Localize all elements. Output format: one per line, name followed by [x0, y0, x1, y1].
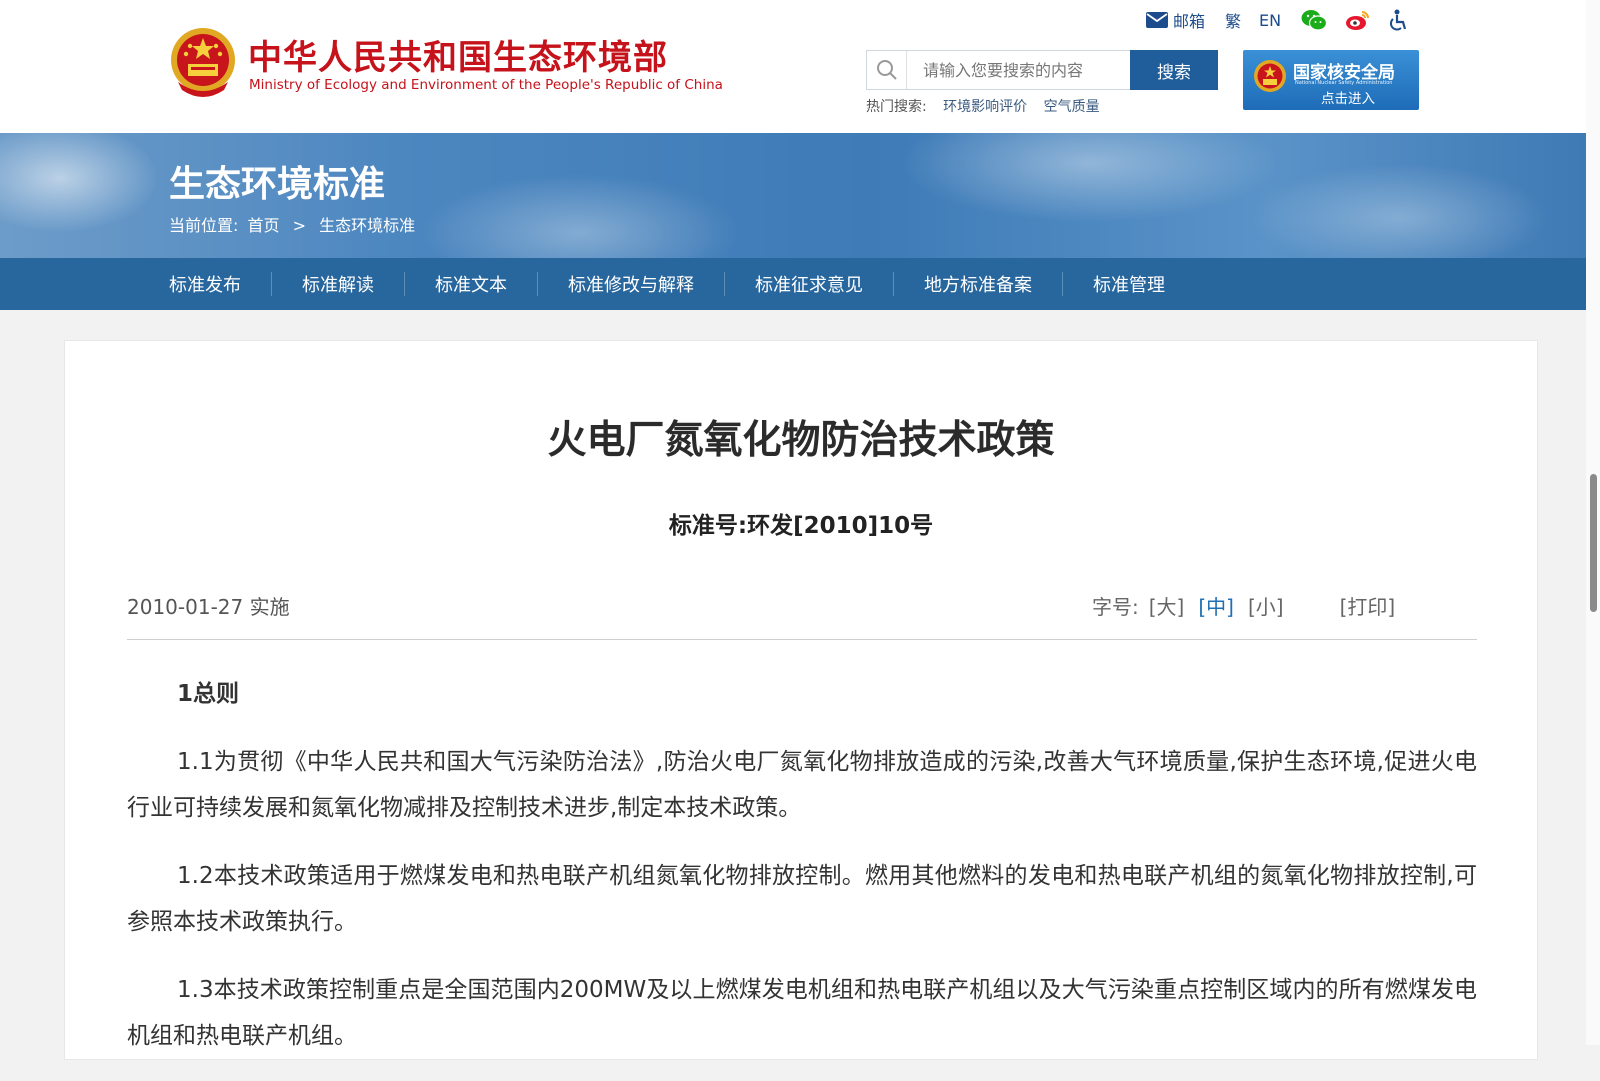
article-paragraph: 1.3本技术政策控制重点是全国范围内200MW及以上燃煤发电机组和热电联产机组以… [127, 977, 1477, 1049]
nnsa-enter-label: 点击进入 [1321, 91, 1375, 107]
nav-divider [893, 272, 894, 296]
weibo-icon[interactable] [1345, 9, 1371, 31]
nav-item-standard-text[interactable]: 标准文本 [435, 271, 507, 297]
font-size-controls: 字号: [大] [中] [小] [打印] [1092, 591, 1395, 620]
site-title-english: Ministry of Ecology and Environment of t… [249, 77, 723, 93]
article-card: 火电厂氮氧化物防治技术政策 标准号:环发[2010]10号 2010-01-27… [64, 340, 1538, 1060]
mailbox-link[interactable]: 邮箱 [1146, 8, 1205, 32]
english-link[interactable]: EN [1259, 11, 1281, 30]
font-size-small-button[interactable]: [小] [1248, 591, 1284, 620]
nav-item-standard-comments[interactable]: 标准征求意见 [755, 271, 863, 297]
nav-item-standard-revision[interactable]: 标准修改与解释 [568, 271, 694, 297]
print-button[interactable]: [打印] [1340, 591, 1396, 620]
search-input-wrapper [866, 50, 1130, 90]
meta-divider [127, 639, 1477, 640]
cloud-decoration [420, 173, 740, 258]
font-size-label: 字号: [1092, 595, 1139, 619]
section-heading: 1总则 [177, 681, 240, 707]
nav-item-standard-management[interactable]: 标准管理 [1093, 271, 1165, 297]
font-size-large-button[interactable]: [大] [1149, 591, 1185, 620]
mailbox-label: 邮箱 [1173, 12, 1206, 31]
main-nav: 标准发布 标准解读 标准文本 标准修改与解释 标准征求意见 地方标准备案 标准管… [0, 258, 1586, 310]
section-title: 生态环境标准 [169, 164, 386, 205]
site-header: 中华人民共和国生态环境部 Ministry of Ecology and Env… [0, 0, 1586, 133]
search-icon [867, 51, 907, 89]
wechat-icon[interactable] [1301, 9, 1328, 31]
breadcrumb-home-link[interactable]: 首页 [248, 216, 280, 235]
article-body: 1总则 1.1为贯彻《中华人民共和国大气污染防治法》,防治火电厂氮氧化物排放造成… [127, 671, 1477, 1081]
section-banner: 生态环境标准 当前位置: 首页 > 生态环境标准 [0, 133, 1586, 258]
nnsa-emblem-icon [1253, 58, 1287, 96]
nav-divider [271, 272, 272, 296]
search-input[interactable] [907, 52, 1127, 88]
hot-search: 热门搜索: 环境影响评价 空气质量 [866, 96, 1100, 116]
traditional-chinese-link[interactable]: 繁 [1225, 8, 1241, 32]
hot-search-item[interactable]: 空气质量 [1044, 99, 1100, 115]
mail-icon [1146, 12, 1168, 28]
search-button[interactable]: 搜索 [1130, 50, 1218, 90]
nav-item-local-standards[interactable]: 地方标准备案 [924, 271, 1032, 297]
nav-divider [724, 272, 725, 296]
hot-search-label: 热门搜索: [866, 99, 927, 115]
accessibility-icon[interactable] [1389, 9, 1409, 31]
nav-divider [404, 272, 405, 296]
breadcrumb: 当前位置: 首页 > 生态环境标准 [169, 212, 415, 236]
article-meta: 2010-01-27 实施 字号: [大] [中] [小] [打印] [127, 591, 1477, 621]
national-emblem-icon[interactable] [168, 24, 238, 100]
article-paragraph: 1.1为贯彻《中华人民共和国大气污染防治法》,防治火电厂氮氧化物排放造成的污染,… [127, 749, 1477, 821]
font-size-medium-button[interactable]: [中] [1198, 591, 1234, 620]
nav-divider [537, 272, 538, 296]
cloud-decoration [0, 133, 160, 233]
standard-number: 标准号:环发[2010]10号 [668, 513, 934, 539]
scrollbar-thumb[interactable] [1590, 474, 1597, 612]
site-title: 中华人民共和国生态环境部 [248, 38, 668, 78]
breadcrumb-separator: > [292, 216, 307, 235]
nnsa-banner-link[interactable]: 国家核安全局 National Nuclear Safety Administr… [1243, 50, 1419, 110]
nnsa-subtitle: National Nuclear Safety Administration [1295, 80, 1393, 86]
article-title: 火电厂氮氧化物防治技术政策 [547, 418, 1055, 463]
cloud-decoration [1250, 163, 1550, 258]
article-paragraph: 1.2本技术政策适用于燃煤发电和热电联产机组氮氧化物排放控制。燃用其他燃料的发电… [127, 863, 1477, 935]
search-box: 搜索 [866, 50, 1218, 90]
hot-search-item[interactable]: 环境影响评价 [943, 99, 1027, 115]
effective-date: 2010-01-27 实施 [127, 595, 290, 619]
nav-item-standard-interpretation[interactable]: 标准解读 [302, 271, 374, 297]
nav-divider [1062, 272, 1063, 296]
breadcrumb-prefix: 当前位置: [169, 216, 239, 235]
breadcrumb-current-link[interactable]: 生态环境标准 [319, 216, 415, 235]
top-utility-links: 邮箱 繁 EN [1146, 8, 1409, 32]
nav-item-standard-release[interactable]: 标准发布 [169, 271, 241, 297]
cloud-decoration [900, 133, 1280, 223]
